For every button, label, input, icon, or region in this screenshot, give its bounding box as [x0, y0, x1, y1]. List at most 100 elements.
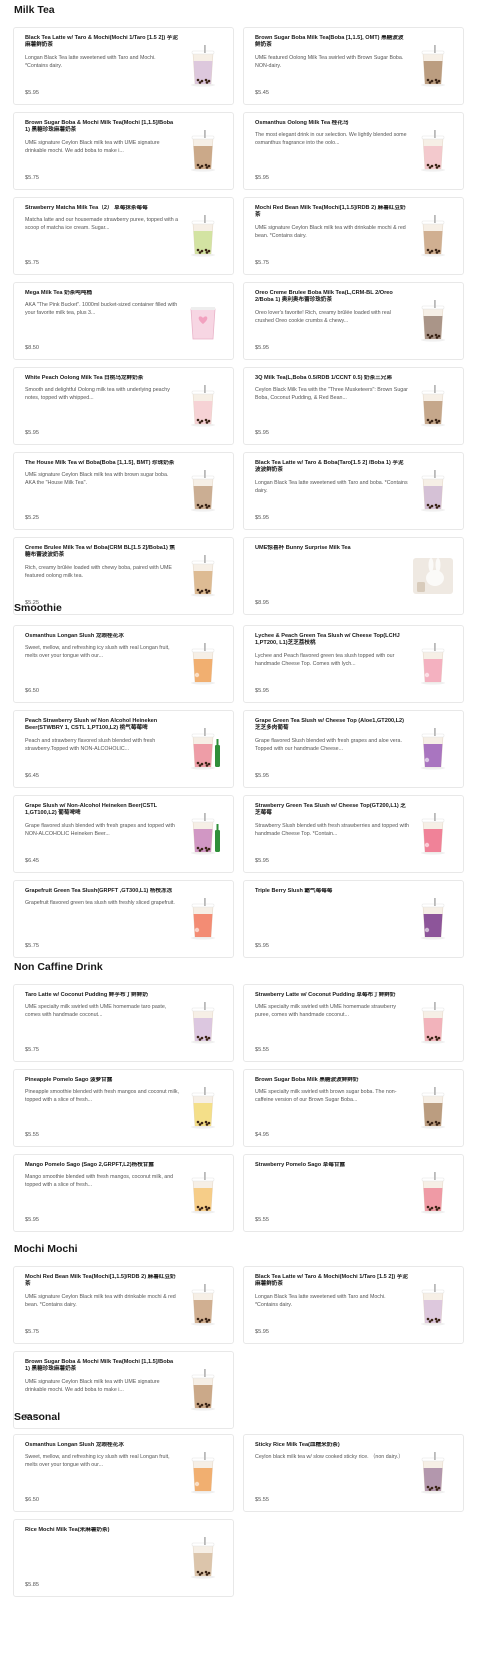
drink-cup-icon: [421, 1284, 445, 1326]
menu-item-card[interactable]: Mango Pomelo Sago (Sago 2,GRPFT,L2)杨枝甘露 M…: [13, 1154, 234, 1232]
item-name: Osmanthus Longan Slush 龙眼桂花冰: [25, 1442, 124, 1448]
item-price: $5.25: [25, 515, 39, 521]
item-price: $5.95: [25, 90, 39, 96]
item-name: Mango Pomelo Sago (Sago 2,GRPFT,L2)杨枝甘露: [25, 1162, 154, 1168]
item-description: Rich, creamy brûlée loaded with chewy bo…: [25, 564, 172, 579]
item-price: $5.75: [25, 1329, 39, 1335]
menu-item-card[interactable]: Strawberry Matcha Milk Tea（2） 草莓抹茶莓莓 Matc…: [13, 197, 234, 275]
item-name: Grape Slush w/ Non-Alcohol Heineken Beer…: [25, 803, 157, 817]
menu-item-card[interactable]: Black Tea Latte w/ Taro & Boba(Taro[1.5 …: [243, 452, 464, 530]
menu-item-card[interactable]: Brown Sugar Boba Milk 黑糖波波鲜鲜奶 UME special…: [243, 1069, 464, 1147]
menu-item-card[interactable]: Osmanthus Longan Slush 龙眼桂花冰 Sweet, mello…: [13, 1434, 234, 1512]
drink-cup-icon: [421, 385, 445, 427]
menu-item-card[interactable]: White Peach Oolong Milk Tea 白桃乌龙鲜奶茶 Smoot…: [13, 367, 234, 445]
menu-item-card[interactable]: Mega Milk Tea 奶茶吨吨桶 AKA "The Pink Bucket"…: [13, 282, 234, 360]
menu-item-card[interactable]: Grape Slush w/ Non-Alcohol Heineken Beer…: [13, 795, 234, 873]
menu-item-card[interactable]: Mochi Red Bean Milk Tea(Mochi[1,1.5]/RDB…: [13, 1266, 234, 1344]
item-name: Rice Mochi Milk Tea(米麻薯奶茶): [25, 1527, 110, 1533]
item-name: Grape Green Tea Slush w/ Cheese Top (Alo…: [255, 718, 405, 732]
menu-item-card[interactable]: Grapefruit Green Tea Slush(GRPFT ,GT300,…: [13, 880, 234, 958]
menu-item-card[interactable]: Black Tea Latte w/ Taro & Mochi(Mochi 1/…: [13, 27, 234, 105]
item-price: $5.95: [255, 345, 269, 351]
item-price: $6.45: [25, 773, 39, 779]
item-price: $5.95: [255, 430, 269, 436]
menu-item-card[interactable]: Osmanthus Longan Slush 龙眼桂花冰 Sweet, mello…: [13, 625, 234, 703]
item-price: $5.75: [255, 260, 269, 266]
drink-cup-icon: [421, 1452, 445, 1494]
menu-item-card[interactable]: Brown Sugar Boba Milk Tea(Boba [1,1.5], …: [243, 27, 464, 105]
item-description: UME specialty milk swirled with UME home…: [255, 1004, 396, 1019]
item-grid: Osmanthus Longan Slush 龙眼桂花冰 Sweet, mello…: [13, 625, 464, 958]
item-price: $5.95: [255, 688, 269, 694]
drink-cup-icon: [421, 130, 445, 172]
menu-item-card[interactable]: Triple Berry Slush 霸气莓莓莓 $5.95: [243, 880, 464, 958]
drink-cup-icon: [191, 130, 215, 172]
item-name: 3Q Milk Tea(L,Boba 0.5/RDB 1/CCNT 0.5) 奶…: [255, 375, 392, 381]
item-price: $5.95: [255, 943, 269, 949]
item-price: $5.95: [255, 515, 269, 521]
item-price: $5.45: [255, 90, 269, 96]
item-description: UME signature Ceylon Black milk tea with…: [25, 139, 160, 154]
slush-cup-icon: [421, 898, 445, 940]
menu-item-card[interactable]: Lychee & Peach Green Tea Slush w/ Cheese…: [243, 625, 464, 703]
item-description: UME signature Ceylon Black milk tea with…: [25, 472, 169, 487]
drink-cup-icon: [191, 1172, 215, 1214]
item-name: Grapefruit Green Tea Slush(GRPFT ,GT300,…: [25, 888, 173, 894]
item-description: The most elegant drink in our selection.…: [255, 132, 407, 147]
menu-item-card[interactable]: Black Tea Latte w/ Taro & Mochi(Mochi 1/…: [243, 1266, 464, 1344]
item-name: Brown Sugar Boba & Mochi Milk Tea(Mochi …: [25, 120, 174, 134]
item-description: Grapefruit flavored green tea slush with…: [25, 900, 175, 907]
menu-item-card[interactable]: Peach Strawberry Slush w/ Non Alcohol He…: [13, 710, 234, 788]
section-title: Milk Tea: [14, 4, 55, 16]
menu-section-smoothie: Smoothie Osmanthus Longan Slush 龙眼桂花冰 Swee…: [13, 601, 464, 958]
item-price: $5.95: [25, 430, 39, 436]
item-name: Lychee & Peach Green Tea Slush w/ Cheese…: [255, 633, 400, 647]
item-name: Black Tea Latte w/ Taro & Mochi(Mochi 1/…: [255, 1274, 408, 1288]
item-name: Brown Sugar Boba & Mochi Milk Tea(Mochi …: [25, 1359, 174, 1373]
section-title: Seasonal: [14, 1411, 61, 1423]
menu-page: Milk Tea Black Tea Latte w/ Taro & Mochi(…: [0, 0, 500, 1666]
item-description: Sweet, mellow, and refreshing icy slush …: [25, 1454, 170, 1469]
item-name: UME惊喜杯 Bunny Surprise Milk Tea: [255, 545, 351, 551]
item-name: Strawberry Latte w/ Coconut Pudding 草莓布丁…: [255, 992, 396, 998]
drink-cup-icon: [421, 215, 445, 257]
menu-item-card[interactable]: Sticky Rice Milk Tea(血糯米奶茶) Ceylon black …: [243, 1434, 464, 1512]
item-name: Mochi Red Bean Milk Tea(Mochi[1,1.5]/RDB…: [255, 205, 406, 219]
menu-item-card[interactable]: The House Milk Tea w/ Boba(Boba [1,1.5],…: [13, 452, 234, 530]
slush-cup-icon: [421, 813, 445, 855]
menu-item-card[interactable]: Osmanthus Oolong Milk Tea 桂花乌 The most el…: [243, 112, 464, 190]
menu-item-card[interactable]: Taro Latte w/ Coconut Pudding 鲜芋布丁鲜鲜奶 UME…: [13, 984, 234, 1062]
item-name: Brown Sugar Boba Milk Tea(Boba [1,1.5], …: [255, 35, 404, 49]
menu-section-non-caffine-drink: Non Caffine Drink Taro Latte w/ Coconut P…: [13, 960, 464, 1232]
drink-cup-icon: [421, 300, 445, 342]
slush-cup-icon: [191, 643, 215, 685]
menu-item-card[interactable]: Rice Mochi Milk Tea(米麻薯奶茶) $5.85: [13, 1519, 234, 1597]
item-grid: Osmanthus Longan Slush 龙眼桂花冰 Sweet, mello…: [13, 1434, 464, 1597]
drink-cup-icon: [191, 385, 215, 427]
menu-section-seasonal: Seasonal Osmanthus Longan Slush 龙眼桂花冰 Swee…: [13, 1410, 464, 1597]
menu-item-card[interactable]: Oreo Creme Brulee Boba Milk Tea(L,CRM-BL…: [243, 282, 464, 360]
item-name: Strawberry Pomelo Sago 草莓甘露: [255, 1162, 346, 1168]
item-name: Strawberry Matcha Milk Tea（2） 草莓抹茶莓莓: [25, 205, 148, 211]
item-price: $5.95: [255, 175, 269, 181]
menu-item-card[interactable]: Strawberry Pomelo Sago 草莓甘露 $5.55: [243, 1154, 464, 1232]
menu-item-card[interactable]: Mochi Red Bean Milk Tea(Mochi[1,1.5]/RDB…: [243, 197, 464, 275]
drink-bucket-icon: [190, 307, 216, 340]
menu-item-card[interactable]: Pineapple Pomelo Sago 菠萝甘露 Pineapple smoo…: [13, 1069, 234, 1147]
item-price: $8.50: [25, 345, 39, 351]
item-description: Peach and strawberry flavored slush blen…: [25, 737, 156, 752]
item-name: Triple Berry Slush 霸气莓莓莓: [255, 888, 333, 894]
menu-item-card[interactable]: Brown Sugar Boba & Mochi Milk Tea(Mochi …: [13, 112, 234, 190]
item-description: UME signature Ceylon Black milk tea with…: [25, 1293, 176, 1308]
menu-item-card[interactable]: Grape Green Tea Slush w/ Cheese Top (Alo…: [243, 710, 464, 788]
menu-item-card[interactable]: Strawberry Latte w/ Coconut Pudding 草莓布丁…: [243, 984, 464, 1062]
item-name: Osmanthus Longan Slush 龙眼桂花冰: [25, 633, 124, 639]
menu-item-card[interactable]: 3Q Milk Tea(L,Boba 0.5/RDB 1/CCNT 0.5) 奶…: [243, 367, 464, 445]
item-price: $4.95: [255, 1132, 269, 1138]
item-description: Grape flavored slush blended with fresh …: [25, 822, 175, 837]
item-description: Ceylon black milk tea w/ slow cooked sti…: [255, 1454, 404, 1461]
item-description: Longan Black Tea latte sweetened with Ta…: [25, 54, 156, 69]
menu-item-card[interactable]: Strawberry Green Tea Slush w/ Cheese Top…: [243, 795, 464, 873]
item-grid: Mochi Red Bean Milk Tea(Mochi[1,1.5]/RDB…: [13, 1266, 464, 1429]
drink-cup-icon: [421, 470, 445, 512]
